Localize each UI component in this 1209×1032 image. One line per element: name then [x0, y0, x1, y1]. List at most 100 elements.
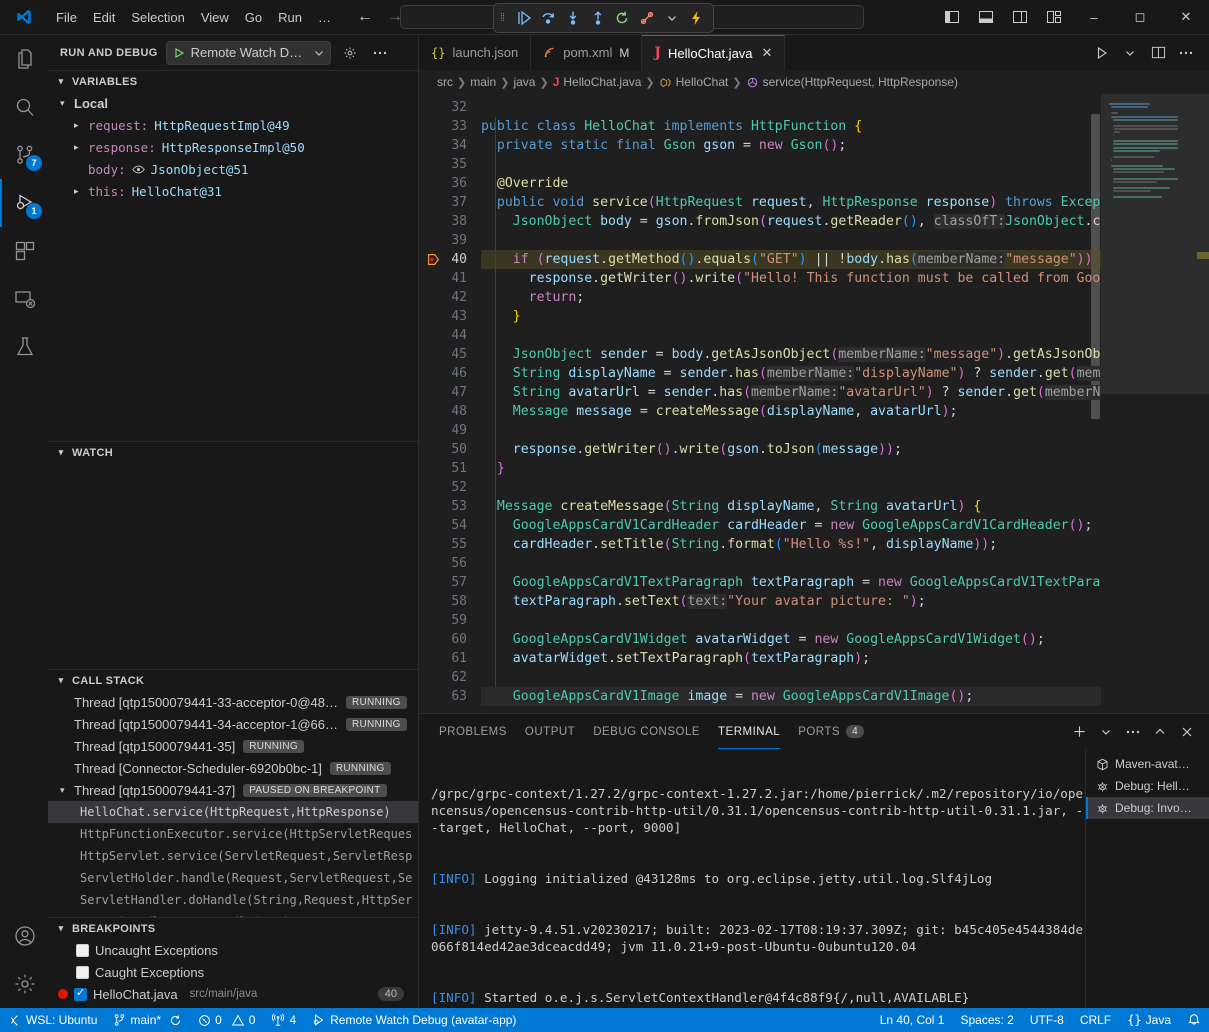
variable-row[interactable]: ▸ this: HelloChat@31 [48, 180, 418, 202]
chevron-down-icon[interactable] [1094, 720, 1118, 744]
close-icon[interactable] [1175, 720, 1199, 744]
step-out-button[interactable] [587, 7, 609, 29]
disconnect-button[interactable] [636, 7, 658, 29]
sidebar-item-testing[interactable] [0, 323, 48, 371]
menu-view[interactable]: View [193, 7, 237, 28]
menu-more[interactable]: … [310, 7, 339, 28]
stack-frame-row[interactable]: ServletHolder.handle(Request,ServletRequ… [48, 867, 418, 889]
terminal-list-item[interactable]: Debug: Invo… [1086, 797, 1209, 819]
terminal-list-item[interactable]: Debug: Hell… [1086, 775, 1209, 797]
sidebar-item-source-control[interactable]: 7 [0, 131, 48, 179]
remote-indicator[interactable]: WSL: Ubuntu [0, 1008, 105, 1032]
sidebar-item-remote-explorer[interactable] [0, 275, 48, 323]
close-button[interactable]: ✕ [1163, 0, 1209, 35]
stack-frame-row[interactable]: HttpServlet.service(ServletRequest,Servl… [48, 845, 418, 867]
menu-edit[interactable]: Edit [85, 7, 123, 28]
terminal-output[interactable]: /grpc/grpc-context/1.27.2/grpc-context-1… [419, 749, 1085, 1008]
breakpoint-checkbox[interactable] [76, 944, 89, 957]
breakpoint-row[interactable]: HelloChat.java src/main/java 40 [48, 983, 418, 1005]
debug-session-indicator[interactable]: Remote Watch Debug (avatar-app) [304, 1008, 524, 1032]
chevron-down-icon[interactable] [1117, 40, 1143, 66]
encoding[interactable]: UTF-8 [1022, 1008, 1072, 1032]
thread-row[interactable]: Thread [Connector-Scheduler-6920b0bc-1] … [48, 757, 418, 779]
more-actions-icon[interactable] [1173, 40, 1199, 66]
variable-row[interactable]: body: JsonObject@51 [48, 158, 418, 180]
run-file-button[interactable] [1089, 40, 1115, 66]
stack-frame-row[interactable]: ServletHandler.doHandle(String,Request,H… [48, 889, 418, 911]
step-over-button[interactable] [537, 7, 559, 29]
breadcrumb-item-src[interactable]: src [437, 75, 453, 89]
breakpoint-glyph-icon[interactable] [427, 253, 440, 266]
tab-terminal[interactable]: TERMINAL [718, 714, 780, 749]
editor-gutter[interactable]: 3233343536373839404142434445464748495051… [419, 94, 481, 713]
menu-go[interactable]: Go [237, 7, 270, 28]
breakpoint-checkbox[interactable] [76, 966, 89, 979]
tab-output[interactable]: OUTPUT [525, 714, 575, 749]
customize-layout-icon[interactable] [1037, 0, 1071, 35]
toggle-secondary-sidebar-icon[interactable] [1003, 0, 1037, 35]
chevron-down-icon[interactable] [661, 7, 683, 29]
cursor-position[interactable]: Ln 40, Col 1 [872, 1008, 953, 1032]
variables-header[interactable]: ▾ VARIABLES [48, 70, 418, 92]
minimize-button[interactable]: – [1071, 0, 1117, 35]
toggle-primary-sidebar-icon[interactable] [935, 0, 969, 35]
ellipsis-icon[interactable] [369, 42, 391, 64]
sync-icon[interactable] [169, 1014, 182, 1027]
step-into-button[interactable] [562, 7, 584, 29]
menu-file[interactable]: File [48, 7, 85, 28]
thread-row-paused[interactable]: ▾ Thread [qtp1500079441-37] PAUSED ON BR… [48, 779, 418, 801]
restart-button[interactable] [611, 7, 633, 29]
arrow-left-icon[interactable]: ← [357, 9, 373, 25]
breakpoints-header[interactable]: ▾ BREAKPOINTS [48, 917, 418, 939]
maximize-button[interactable]: ◻ [1117, 0, 1163, 35]
close-icon[interactable]: ✕ [762, 45, 773, 61]
chevron-up-icon[interactable] [1148, 720, 1172, 744]
accounts-button[interactable] [0, 912, 48, 960]
drag-handle-icon[interactable]: ⁞⁞ [500, 14, 510, 22]
tab-hellochat-java[interactable]: J HelloChat.java ✕ [642, 35, 785, 70]
tab-pom-xml[interactable]: pom.xml M [531, 35, 642, 70]
sidebar-item-extensions[interactable] [0, 227, 48, 275]
breakpoint-row[interactable]: Uncaught Exceptions [48, 939, 418, 961]
menu-run[interactable]: Run [270, 7, 310, 28]
eol[interactable]: CRLF [1072, 1008, 1119, 1032]
new-terminal-icon[interactable] [1067, 720, 1091, 744]
thread-row[interactable]: Thread [qtp1500079441-33-acceptor-0@48… … [48, 691, 418, 713]
notifications-button[interactable] [1179, 1008, 1209, 1032]
problems-indicator[interactable]: 0 0 [190, 1008, 263, 1032]
tab-debug-console[interactable]: DEBUG CONSOLE [593, 714, 700, 749]
lightning-icon[interactable] [685, 7, 707, 29]
tab-problems[interactable]: PROBLEMS [439, 714, 507, 749]
indentation[interactable]: Spaces: 2 [952, 1008, 1021, 1032]
breadcrumb-item-method[interactable]: service(HttpRequest, HttpResponse) [763, 75, 958, 89]
launch-configuration-dropdown[interactable]: Remote Watch Debug [166, 41, 331, 65]
stack-frame-row[interactable]: HelloChat.service(HttpRequest,HttpRespon… [48, 801, 418, 823]
minimap[interactable] [1101, 94, 1209, 713]
code-editor[interactable]: 3233343536373839404142434445464748495051… [419, 94, 1209, 713]
terminal-list-item[interactable]: Maven-avat… [1086, 753, 1209, 775]
branch-indicator[interactable]: main* [105, 1008, 190, 1032]
toggle-panel-icon[interactable] [969, 0, 1003, 35]
ports-indicator[interactable]: 4 [263, 1008, 304, 1032]
variable-row[interactable]: ▸ request: HttpRequestImpl@49 [48, 114, 418, 136]
sidebar-item-search[interactable] [0, 83, 48, 131]
breadcrumb-item-main[interactable]: main [470, 75, 496, 89]
call-stack-header[interactable]: ▾ CALL STACK [48, 669, 418, 691]
breakpoint-row[interactable]: Caught Exceptions [48, 961, 418, 983]
minimap-slider[interactable] [1101, 94, 1209, 394]
code-content[interactable]: public class HelloChat implements HttpFu… [481, 94, 1101, 713]
variable-row[interactable]: ▸ response: HttpResponseImpl@50 [48, 136, 418, 158]
manage-settings-button[interactable] [0, 960, 48, 1008]
language-mode[interactable]: {} Java [1119, 1008, 1179, 1032]
breakpoint-checkbox[interactable] [74, 988, 87, 1001]
breadcrumb-item-file[interactable]: HelloChat.java [563, 75, 641, 89]
gear-icon[interactable] [339, 42, 361, 64]
split-editor-icon[interactable] [1145, 40, 1171, 66]
breadcrumb-item-class[interactable]: HelloChat [676, 75, 729, 89]
thread-row[interactable]: Thread [qtp1500079441-34-acceptor-1@66… … [48, 713, 418, 735]
ellipsis-icon[interactable] [1121, 720, 1145, 744]
watch-header[interactable]: ▾ WATCH [48, 441, 418, 463]
tab-launch-json[interactable]: {} launch.json [419, 35, 531, 70]
tab-ports[interactable]: PORTS 4 [798, 714, 864, 749]
thread-row[interactable]: Thread [qtp1500079441-35] RUNNING [48, 735, 418, 757]
